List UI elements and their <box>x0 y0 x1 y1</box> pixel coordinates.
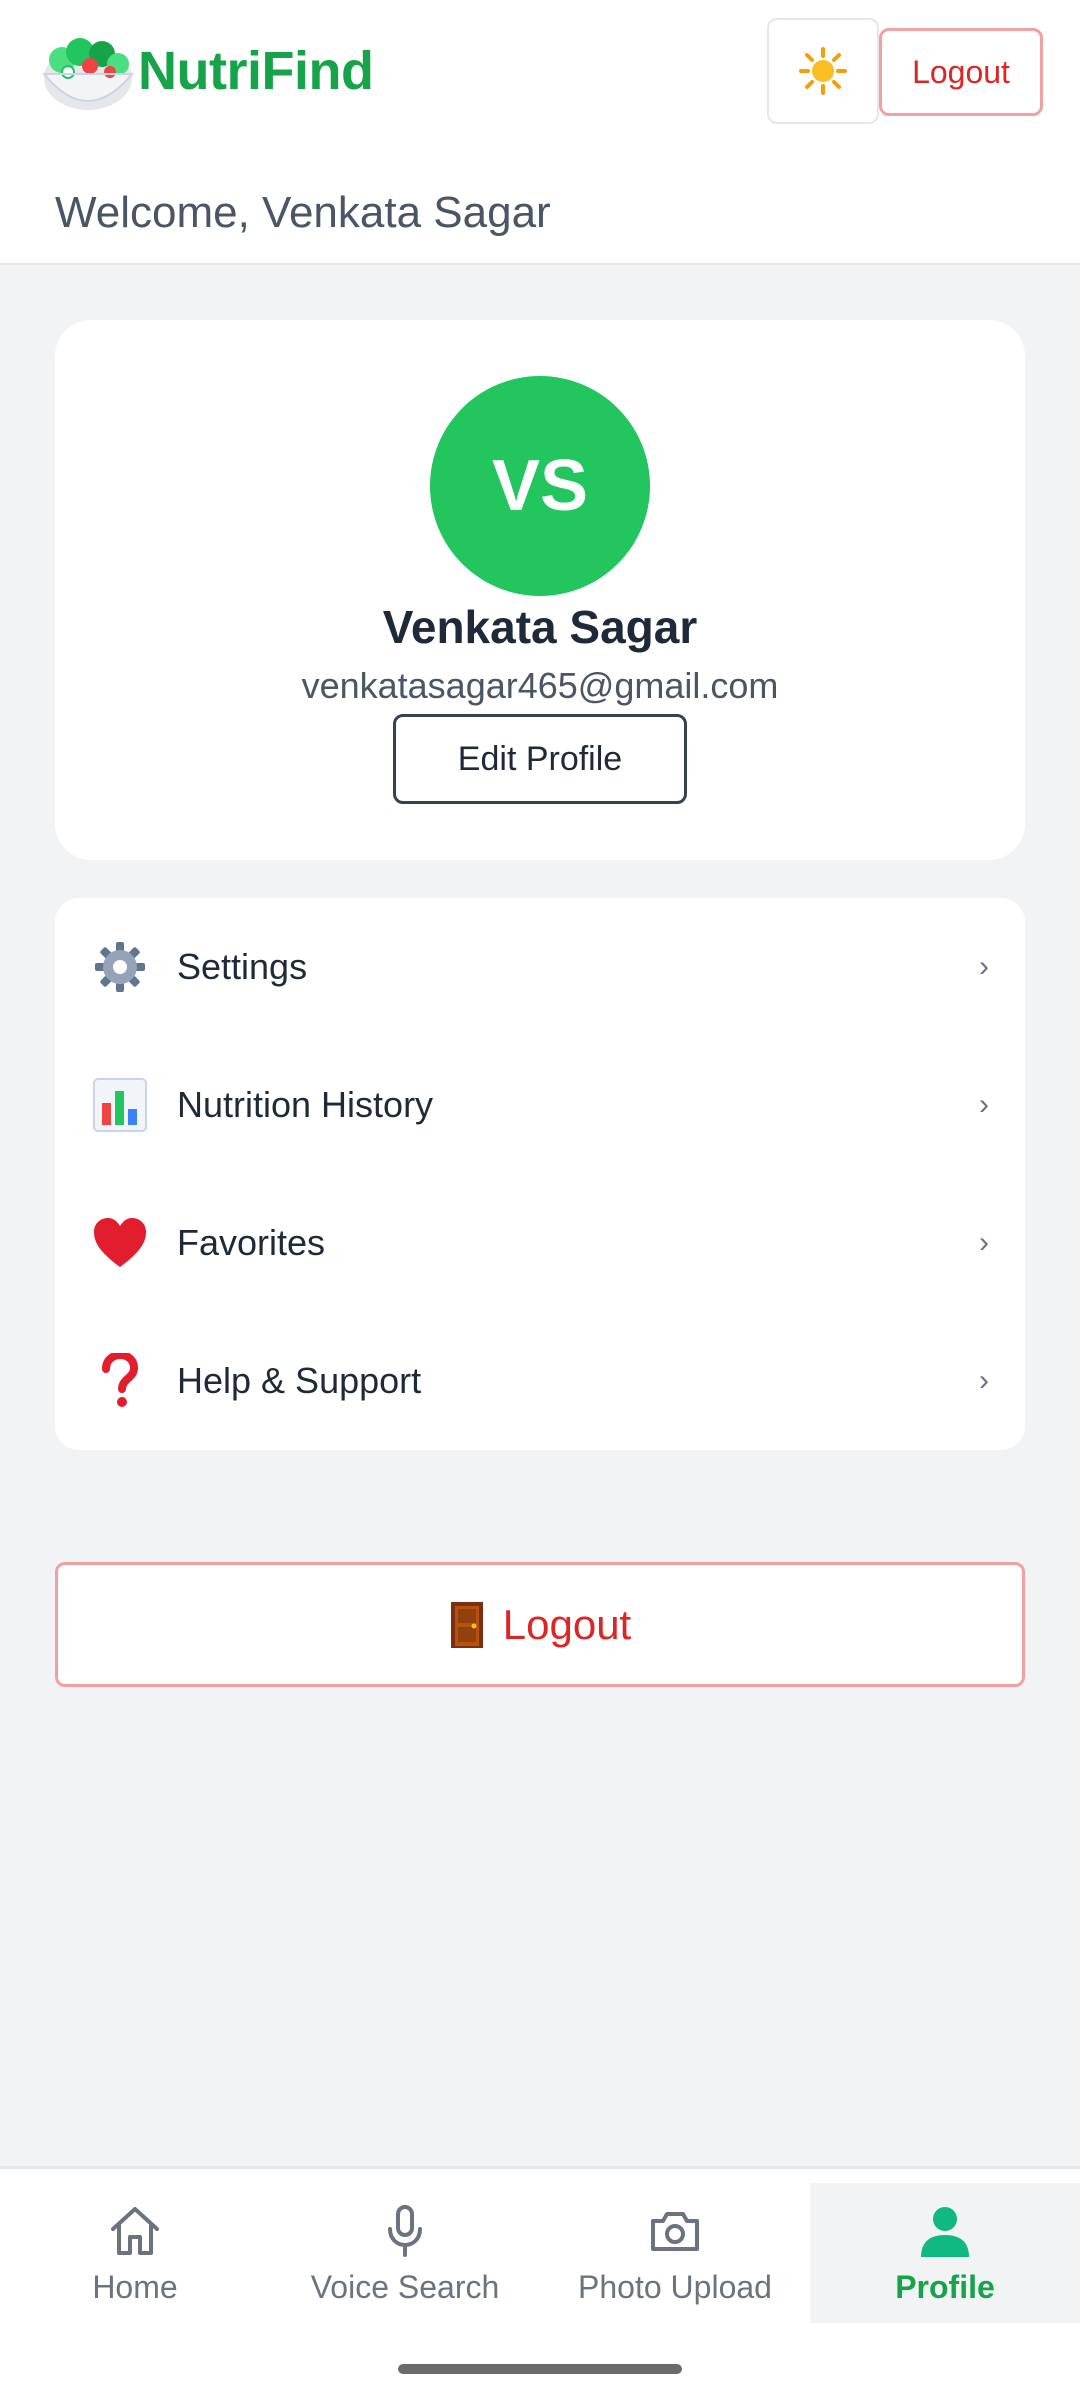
sun-icon <box>799 47 847 95</box>
theme-toggle-button[interactable] <box>767 18 879 124</box>
profile-email: venkatasagar465@gmail.com <box>301 665 779 706</box>
logout-button[interactable]: Logout <box>55 1562 1025 1687</box>
header-logout-button[interactable]: Logout <box>879 28 1043 116</box>
door-icon <box>450 1601 483 1648</box>
welcome-text: Welcome, Venkata Sagar <box>55 188 551 237</box>
heart-icon <box>90 1213 150 1273</box>
nav-item-profile[interactable]: Profile <box>810 2183 1080 2323</box>
menu-item-label: Favorites <box>177 1222 326 1263</box>
menu-item-favorites[interactable]: Favorites › <box>55 1174 1025 1312</box>
home-icon <box>111 2207 159 2255</box>
profile-screen: NutriFind Logout Welcome, Venkata Sagar … <box>0 0 1080 2400</box>
question-icon <box>90 1351 150 1411</box>
nav-item-photo-upload[interactable]: Photo Upload <box>540 2183 810 2323</box>
profile-card: VS Venkata Sagar venkatasagar465@gmail.c… <box>55 320 1025 860</box>
user-icon <box>921 2207 969 2257</box>
gesture-navigation-bar[interactable] <box>398 2364 682 2374</box>
menu-item-label: Settings <box>177 946 308 987</box>
nav-item-home[interactable]: Home <box>0 2183 270 2323</box>
microphone-icon <box>388 2205 422 2257</box>
chevron-right-icon: › <box>979 1364 989 1397</box>
nav-item-voice-search[interactable]: Voice Search <box>270 2183 540 2323</box>
chevron-right-icon: › <box>979 950 989 983</box>
nav-label: Voice Search <box>310 2269 500 2305</box>
menu-item-settings[interactable]: Settings › <box>55 898 1025 1036</box>
menu-item-nutrition-history[interactable]: Nutrition History › <box>55 1036 1025 1174</box>
logout-label: Logout <box>502 1600 632 1648</box>
menu-item-label: Nutrition History <box>177 1084 434 1125</box>
camera-icon <box>651 2212 699 2251</box>
nav-label: Photo Upload <box>578 2269 772 2305</box>
menu-item-label: Help & Support <box>177 1360 422 1401</box>
app-header: NutriFind Logout Welcome, Venkata Sagar <box>0 0 1080 265</box>
profile-name: Venkata Sagar <box>382 601 698 653</box>
chevron-right-icon: › <box>979 1226 989 1259</box>
menu-item-help-support[interactable]: Help & Support › <box>55 1312 1025 1450</box>
salad-bowl-icon <box>41 38 135 110</box>
bar-chart-icon <box>90 1075 150 1135</box>
nav-label: Home <box>92 2269 178 2305</box>
edit-profile-button[interactable]: Edit Profile <box>393 714 687 804</box>
gear-icon <box>90 937 150 997</box>
avatar: VS <box>430 376 650 596</box>
nav-label: Profile <box>895 2269 995 2305</box>
chevron-right-icon: › <box>979 1088 989 1121</box>
brand[interactable]: NutriFind <box>40 30 374 112</box>
app-name: NutriFind <box>138 41 374 101</box>
